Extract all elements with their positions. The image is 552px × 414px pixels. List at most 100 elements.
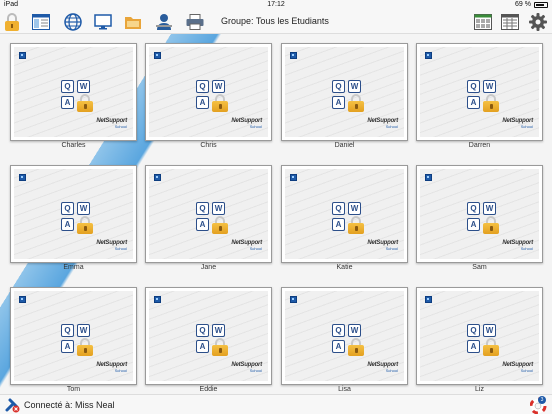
key-w: W xyxy=(483,80,496,93)
padlock-icon xyxy=(348,338,364,356)
windows-icon xyxy=(425,52,432,59)
student-tile[interactable]: Q W A NetSupport School Emma xyxy=(10,165,137,273)
netsupport-logo: NetSupport School xyxy=(96,362,127,373)
student-name: Charles xyxy=(61,142,86,149)
student-tile[interactable]: Q W A NetSupport School Chris xyxy=(145,43,272,151)
netsupport-logo: NetSupport School xyxy=(502,118,533,129)
key-q: Q xyxy=(332,80,345,93)
key-a: A xyxy=(467,218,480,231)
student-screen-thumbnail[interactable]: Q W A NetSupport School xyxy=(416,43,543,141)
help-lifebuoy-icon[interactable]: 3 xyxy=(529,396,548,414)
windows-icon xyxy=(290,296,297,303)
key-a: A xyxy=(196,218,209,231)
view-layout-icon[interactable] xyxy=(31,12,51,32)
key-w: W xyxy=(348,324,361,337)
key-q: Q xyxy=(332,202,345,215)
netsupport-logo: NetSupport School xyxy=(231,118,262,129)
keyboard-lock-icon: QWA xyxy=(332,202,366,236)
student-screen-thumbnail[interactable]: Q W A NetSupport School xyxy=(281,287,408,385)
student-screen-thumbnail[interactable]: Q W A NetSupport School xyxy=(10,287,137,385)
student-screen-thumbnail[interactable]: Q W A NetSupport School xyxy=(145,165,272,263)
key-q: Q xyxy=(332,324,345,337)
keyboard-lock-icon: QWA xyxy=(196,324,230,358)
battery-status: 69 % xyxy=(515,1,548,8)
keyboard-lock-icon: QWA xyxy=(61,324,95,358)
key-q: Q xyxy=(196,80,209,93)
netsupport-logo: NetSupport School xyxy=(231,362,262,373)
student-tile[interactable]: Q W A NetSupport School Jane xyxy=(145,165,272,273)
key-w: W xyxy=(212,324,225,337)
locked-screen: Q W A NetSupport School xyxy=(285,291,404,381)
gear-icon[interactable] xyxy=(528,12,548,32)
keyboard-lock-icon: QWA xyxy=(332,324,366,358)
thumbnail-grid-icon[interactable] xyxy=(473,12,493,32)
help-badge: 3 xyxy=(538,396,546,404)
student-name: Jane xyxy=(200,264,217,271)
student-screen-thumbnail[interactable]: Q W A NetSupport School xyxy=(145,287,272,385)
key-q: Q xyxy=(61,202,74,215)
student-tile[interactable]: Q W A NetSupport School Katie xyxy=(281,165,408,273)
student-tile[interactable]: Q W A NetSupport School Liz xyxy=(416,287,543,394)
padlock-icon xyxy=(77,216,93,234)
key-w: W xyxy=(77,324,90,337)
student-name: Eddie xyxy=(199,386,218,393)
locked-screen: Q W A NetSupport School xyxy=(420,291,539,381)
student-screen-thumbnail[interactable]: Q W A NetSupport School xyxy=(416,287,543,385)
key-w: W xyxy=(212,202,225,215)
student-screen-thumbnail[interactable]: Q W A NetSupport School xyxy=(10,43,137,141)
student-name: Darren xyxy=(468,142,491,149)
key-q: Q xyxy=(467,80,480,93)
group-title: Groupe: Tous les Etudiants xyxy=(221,16,329,26)
teacher-icon[interactable] xyxy=(154,12,174,32)
padlock-icon xyxy=(483,216,499,234)
folder-icon[interactable] xyxy=(123,12,143,32)
padlock-icon xyxy=(483,338,499,356)
padlock-icon xyxy=(212,94,228,112)
student-tile[interactable]: Q W A NetSupport School Darren xyxy=(416,43,543,151)
student-screen-thumbnail[interactable]: Q W A NetSupport School xyxy=(281,43,408,141)
battery-icon xyxy=(534,1,548,8)
keyboard-lock-icon: QWA xyxy=(467,324,501,358)
windows-icon xyxy=(425,174,432,181)
key-a: A xyxy=(332,340,345,353)
student-tile[interactable]: Q W A NetSupport School Sam xyxy=(416,165,543,273)
key-a: A xyxy=(61,96,74,109)
locked-screen: Q W A NetSupport School xyxy=(149,291,268,381)
printer-icon[interactable] xyxy=(185,12,205,32)
keyboard-lock-icon: QWA xyxy=(196,202,230,236)
student-screen-thumbnail[interactable]: Q W A NetSupport School xyxy=(416,165,543,263)
student-screen-thumbnail[interactable]: Q W A NetSupport School xyxy=(281,165,408,263)
keyboard-lock-icon: QWA xyxy=(467,80,501,114)
toolbar: Groupe: Tous les Etudiants xyxy=(0,10,552,34)
padlock-icon xyxy=(77,338,93,356)
windows-icon xyxy=(154,52,161,59)
list-view-icon[interactable] xyxy=(500,12,520,32)
student-screen-thumbnail[interactable]: Q W A NetSupport School xyxy=(145,43,272,141)
student-tile[interactable]: Q W A NetSupport School Tom xyxy=(10,287,137,394)
globe-icon[interactable] xyxy=(63,12,83,32)
lock-icon[interactable] xyxy=(2,12,22,32)
locked-screen: Q W A NetSupport School xyxy=(420,47,539,137)
key-w: W xyxy=(77,202,90,215)
student-tile[interactable]: Q W A NetSupport School Eddie xyxy=(145,287,272,394)
student-tile[interactable]: Q W A NetSupport School Lisa xyxy=(281,287,408,394)
student-tile[interactable]: Q W A NetSupport School Daniel xyxy=(281,43,408,151)
monitor-icon[interactable] xyxy=(93,12,113,32)
netsupport-logo: NetSupport School xyxy=(367,240,398,251)
key-a: A xyxy=(332,218,345,231)
netsupport-logo: NetSupport School xyxy=(231,240,262,251)
student-name: Daniel xyxy=(334,142,355,149)
key-a: A xyxy=(332,96,345,109)
student-name: Emma xyxy=(63,264,84,271)
student-tile[interactable]: Q W A NetSupport School Charles xyxy=(10,43,137,151)
netsupport-logo: NetSupport School xyxy=(367,362,398,373)
locked-screen: Q W A NetSupport School xyxy=(149,169,268,259)
padlock-icon xyxy=(212,338,228,356)
student-screen-thumbnail[interactable]: Q W A NetSupport School xyxy=(10,165,137,263)
keyboard-lock-icon: QWA xyxy=(332,80,366,114)
key-a: A xyxy=(467,340,480,353)
student-name: Katie xyxy=(336,264,353,271)
locked-screen: Q W A NetSupport School xyxy=(14,47,133,137)
key-a: A xyxy=(196,340,209,353)
key-a: A xyxy=(61,340,74,353)
